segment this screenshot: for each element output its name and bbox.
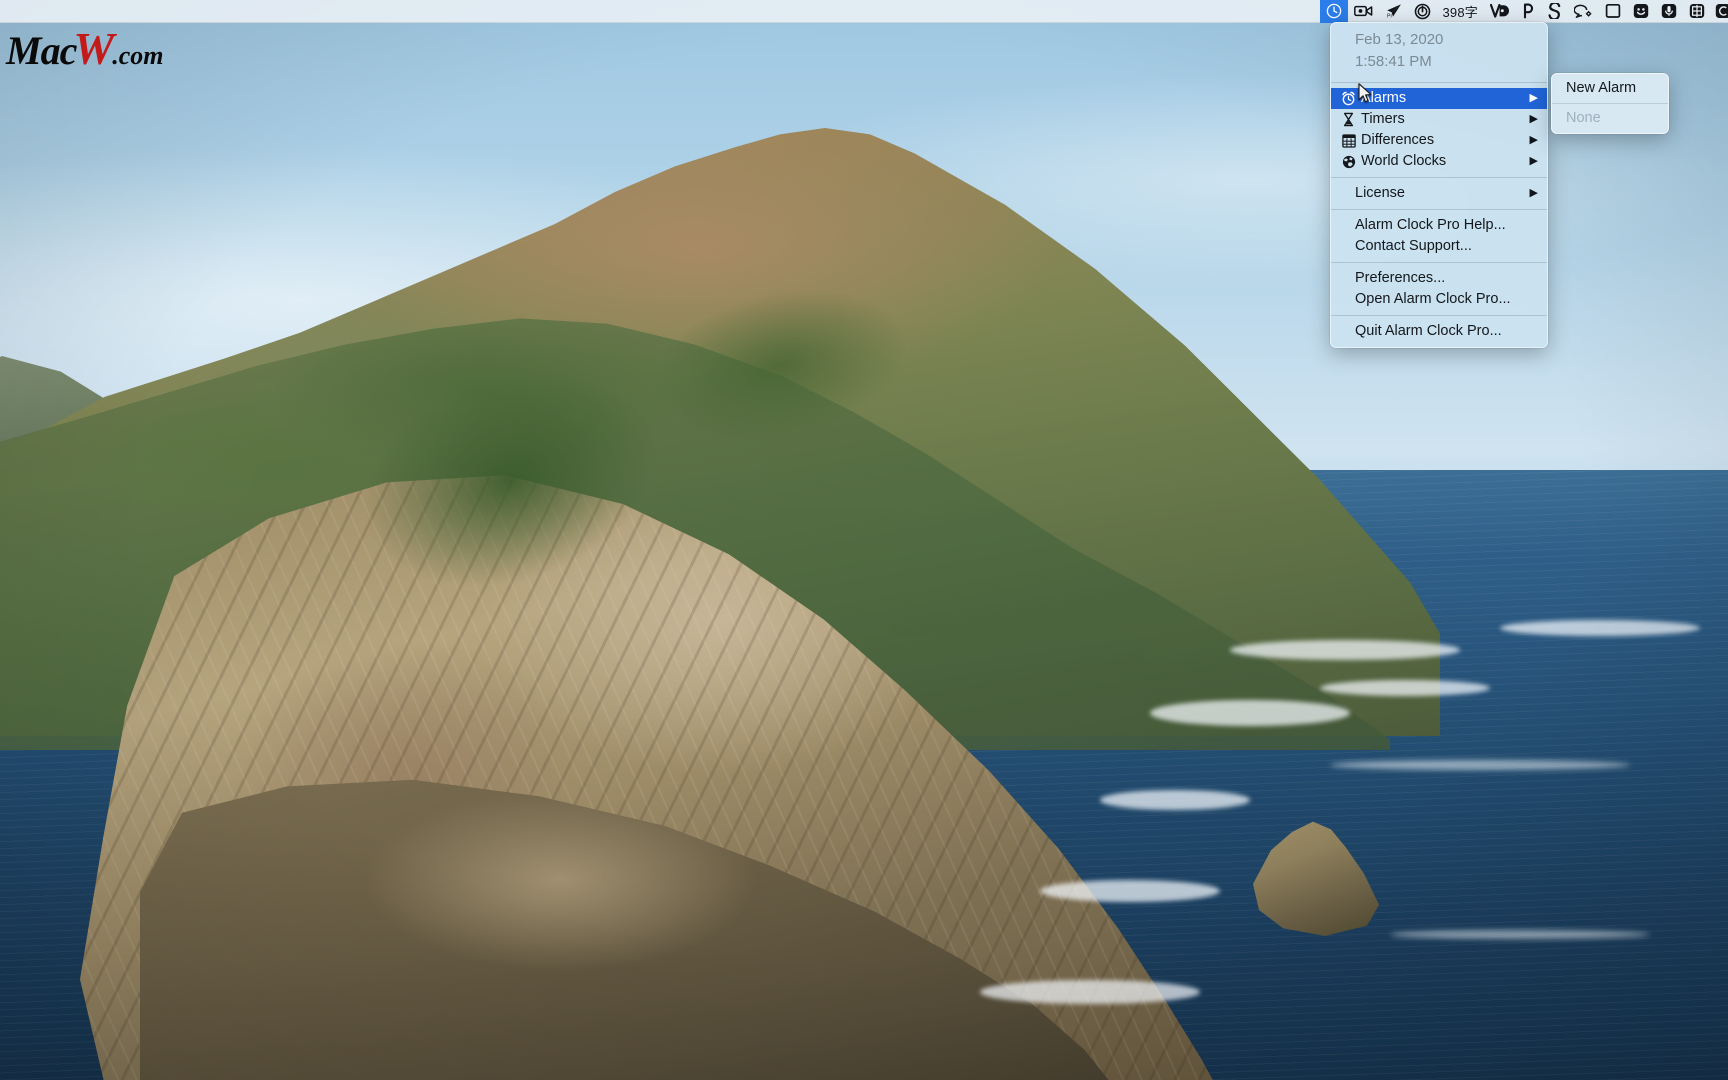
wallpaper-foam xyxy=(1100,790,1250,810)
word-count-label: 398字 xyxy=(1442,4,1478,20)
watermark-mac-text: Mac xyxy=(6,28,77,73)
calendar-grid-icon xyxy=(1339,132,1358,149)
chinese-input-icon xyxy=(1689,3,1705,19)
submenu-item-label: New Alarm xyxy=(1566,80,1637,96)
menu-item-label: World Clocks xyxy=(1361,153,1447,169)
submenu-divider xyxy=(1552,103,1668,104)
paper-plane-icon: Pr xyxy=(1385,3,1402,19)
menu-divider xyxy=(1331,315,1547,316)
wallpaper-surf xyxy=(1330,760,1630,770)
menu-time-label: 1:58:41 PM xyxy=(1355,53,1432,70)
desktop-screen: Pr 398字 MacW.com Feb 13, 2020 1:58:41 PM… xyxy=(0,0,1728,1080)
wallpaper-foam xyxy=(980,980,1200,1004)
smiley-face-icon xyxy=(1633,3,1649,19)
menu-divider xyxy=(1331,177,1547,178)
menu-item-label: Open Alarm Clock Pro... xyxy=(1355,291,1511,307)
watermark-domain-text: .com xyxy=(112,41,164,70)
p-glyph-icon xyxy=(1522,3,1535,19)
menu-bar: Pr 398字 xyxy=(0,0,1728,23)
clock-icon xyxy=(1326,3,1342,19)
speech-bubble-icon xyxy=(1574,3,1593,19)
menu-header: Feb 13, 2020 1:58:41 PM xyxy=(1331,27,1547,77)
screen-recorder-menu-extra[interactable] xyxy=(1348,0,1379,23)
clipped-icon xyxy=(1715,3,1728,19)
submenu-item-new-alarm[interactable]: New Alarm xyxy=(1552,78,1668,99)
s-glyph-icon xyxy=(1547,3,1562,19)
power-circle-icon xyxy=(1414,3,1431,20)
hourglass-icon xyxy=(1339,111,1358,128)
popclip-menu-extra[interactable] xyxy=(1516,0,1541,23)
menu-item-help[interactable]: Alarm Clock Pro Help... xyxy=(1331,215,1547,236)
alarm-clock-menu-extra[interactable] xyxy=(1319,0,1348,23)
menu-item-license[interactable]: License ▶ xyxy=(1331,183,1547,204)
chevron-right-icon: ▶ xyxy=(1529,187,1538,199)
menu-item-label: Contact Support... xyxy=(1355,238,1472,254)
wallpaper-foam xyxy=(1320,680,1490,696)
wallpaper-foam xyxy=(1040,880,1220,902)
menu-item-label: Alarm Clock Pro Help... xyxy=(1355,217,1506,233)
s-app-menu-extra[interactable] xyxy=(1541,0,1568,23)
square-outline-icon xyxy=(1605,3,1621,19)
menu-item-label: Quit Alarm Clock Pro... xyxy=(1355,323,1502,339)
menu-item-contact-support[interactable]: Contact Support... xyxy=(1331,236,1547,257)
edge-menu-extra[interactable] xyxy=(1711,0,1728,23)
menu-item-label: License xyxy=(1355,185,1405,201)
wallpaper-foam xyxy=(1500,620,1700,636)
svg-text:Pr: Pr xyxy=(1387,14,1392,20)
square-menu-extra[interactable] xyxy=(1599,0,1627,23)
watermark-w-letter: W xyxy=(73,23,115,74)
wallpaper-surf xyxy=(1390,930,1650,939)
menu-item-label: Alarms xyxy=(1361,90,1407,106)
alarm-clock-icon xyxy=(1339,90,1358,107)
menu-item-quit[interactable]: Quit Alarm Clock Pro... xyxy=(1331,321,1547,342)
watermark-logo: MacW.com xyxy=(6,26,164,72)
word-count-menu-extra[interactable]: 398字 xyxy=(1437,0,1485,23)
emoji-menu-extra[interactable] xyxy=(1627,0,1655,23)
submenu-item-label: None xyxy=(1566,110,1601,126)
vd-menu-extra[interactable] xyxy=(1484,0,1516,23)
menu-date-label: Feb 13, 2020 xyxy=(1355,31,1444,48)
power-menu-extra[interactable] xyxy=(1408,0,1437,23)
paper-plane-menu-extra[interactable]: Pr xyxy=(1379,0,1408,23)
menu-item-differences[interactable]: Differences ▶ xyxy=(1331,130,1547,151)
microphone-menu-extra[interactable] xyxy=(1655,0,1683,23)
menu-bar-status-items: Pr 398字 xyxy=(1319,0,1728,23)
chevron-right-icon: ▶ xyxy=(1529,155,1538,167)
globe-icon xyxy=(1339,153,1358,170)
menu-divider xyxy=(1331,262,1547,263)
menu-item-timers[interactable]: Timers ▶ xyxy=(1331,109,1547,130)
chevron-right-icon: ▶ xyxy=(1529,134,1538,146)
menu-divider xyxy=(1331,209,1547,210)
menu-item-preferences[interactable]: Preferences... xyxy=(1331,268,1547,289)
wallpaper-foam xyxy=(1150,700,1350,726)
chevron-right-icon: ▶ xyxy=(1529,113,1538,125)
menu-item-open-app[interactable]: Open Alarm Clock Pro... xyxy=(1331,289,1547,310)
menu-item-label: Differences xyxy=(1361,132,1435,148)
vd-glyph-icon xyxy=(1490,3,1510,19)
input-source-menu-extra[interactable] xyxy=(1683,0,1711,23)
menu-divider xyxy=(1331,82,1547,83)
video-camera-icon xyxy=(1353,4,1373,18)
menu-item-label: Preferences... xyxy=(1355,270,1446,286)
chat-bubble-menu-extra[interactable] xyxy=(1568,0,1599,23)
chevron-right-icon: ▶ xyxy=(1529,92,1538,104)
alarm-clock-dropdown-menu: Feb 13, 2020 1:58:41 PM Alarms ▶ Timers … xyxy=(1330,22,1548,348)
microphone-icon xyxy=(1661,3,1677,19)
menu-item-label: Timers xyxy=(1361,111,1405,127)
wallpaper-foam xyxy=(1230,640,1460,660)
menu-item-world-clocks[interactable]: World Clocks ▶ xyxy=(1331,151,1547,172)
alarms-submenu: New Alarm None xyxy=(1551,73,1669,134)
menu-item-alarms[interactable]: Alarms ▶ xyxy=(1331,88,1547,109)
submenu-item-none: None xyxy=(1552,108,1668,129)
